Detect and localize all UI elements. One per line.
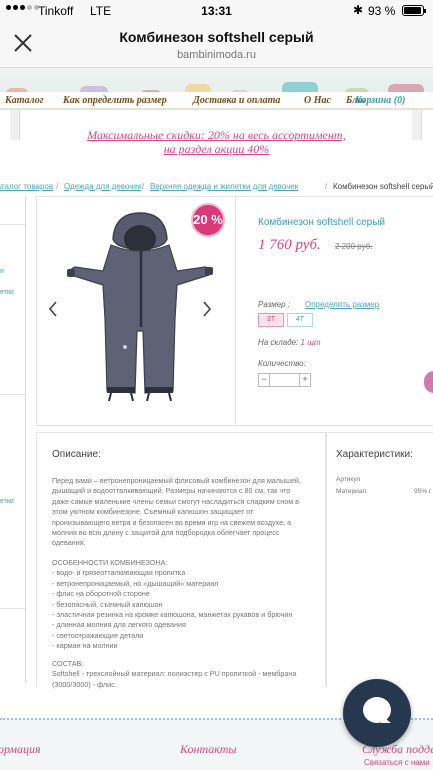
breadcrumb-separator: / — [142, 182, 145, 191]
breadcrumb-item[interactable]: Одежда для девочек — [64, 182, 141, 191]
sidebar-divider — [0, 394, 26, 395]
chat-bubble-tail — [381, 715, 391, 723]
promo-line[interactable]: на раздел акции 40% — [0, 142, 433, 156]
quantity-stepper: − + — [258, 373, 311, 387]
page-url[interactable]: bambinimoda.ru — [0, 49, 433, 61]
stock-info: На складе: 1 шт — [258, 338, 321, 347]
nav-item-catalog[interactable]: Каталог — [5, 95, 43, 106]
stock-label: На складе: — [258, 338, 299, 347]
stock-value: 1 шт — [300, 338, 321, 347]
battery-percent: 93 % — [368, 4, 396, 18]
breadcrumb-separator: / — [56, 182, 59, 191]
nav-item-about[interactable]: О Нас — [304, 95, 331, 106]
characteristic-key: Артикул — [336, 476, 361, 483]
breadcrumb-separator: / — [325, 182, 328, 191]
next-arrow-icon[interactable] — [201, 300, 213, 318]
status-bar: Tinkoff LTE 13:31 ✱ 93 % — [0, 0, 433, 22]
feature-item: - флис на оборотной стороне — [52, 589, 150, 599]
composition-line: Softshell - трехслойный материал: полиэс… — [52, 669, 297, 679]
product-info: Комбинезон softshell серый 1 760 руб. 2 … — [236, 196, 433, 426]
quantity-label: Количество: — [258, 359, 306, 368]
description-line: Перед вами – ветронепроницаемый флисовый… — [52, 476, 301, 485]
main-nav: Каталог Как определить размер Доставка и… — [0, 92, 433, 110]
feature-item: - водо- и грязеотталкивающая пропитка — [52, 568, 186, 578]
features-list: ОСОБЕННОСТИ КОМБИНЕЗОНА: - водо- и грязе… — [52, 558, 292, 652]
sidebar-divider — [0, 224, 26, 225]
battery-icon — [402, 5, 426, 16]
bluetooth-icon: ✱ — [353, 3, 364, 17]
composition-block: СОСТАВ: Softshell - трехслойный материал… — [52, 659, 296, 690]
features-title: ОСОБЕННОСТИ КОМБИНЕЗОНА: — [52, 558, 168, 567]
feature-item: - безопасный, съемный капюшон — [52, 599, 163, 609]
promo-banner[interactable]: Максимальные скидки: 20% на весь ассорти… — [0, 128, 433, 156]
discount-badge: 20 % — [191, 203, 225, 237]
characteristic-value: 95% г — [414, 488, 432, 495]
sidebar-item[interactable]: етки — [0, 498, 14, 505]
product-name: Комбинезон softshell серый — [258, 217, 386, 228]
nav-cart[interactable]: Корзина (0) — [355, 95, 405, 106]
description-line: даже самые маленькие члены семьи смогут … — [52, 496, 299, 506]
size-guide-link[interactable]: Определить размер — [305, 300, 379, 309]
description-line: молния во всю длину с защитой для подбор… — [52, 528, 280, 538]
feature-item: - длинная молния для легкого одевания — [52, 620, 186, 630]
feature-item: - светоотражающие детали — [52, 630, 144, 640]
footer-link-contacts[interactable]: Контакты — [180, 742, 237, 757]
feature-item: - ветронепроницаемый, но «дышащий» матер… — [52, 578, 219, 588]
composition-line: (3000/3000) - флис. — [52, 679, 117, 689]
size-option-4t[interactable]: 4T — [287, 313, 313, 327]
characteristic-key: Материал — [336, 488, 367, 495]
product-price: 1 760 руб. — [258, 237, 321, 253]
page-title: Комбинезон softshell серый — [119, 29, 314, 45]
nav-item-delivery[interactable]: Доставка и оплата — [193, 95, 280, 106]
sidebar-item[interactable]: етки — [0, 289, 14, 296]
promo-line[interactable]: Максимальные скидки: 20% на весь ассорти… — [0, 128, 433, 142]
prev-arrow-icon[interactable] — [47, 300, 59, 318]
footer-subtext[interactable]: Связаться с нами — [364, 758, 430, 767]
nav-item-size-guide[interactable]: Как определить размер — [63, 95, 167, 106]
product-image[interactable] — [65, 209, 215, 414]
footer-link-info[interactable]: ормация — [0, 742, 41, 757]
product-old-price: 2 200 руб. — [335, 242, 373, 251]
description-line: одевания. — [52, 538, 86, 548]
product-gallery: 20 % — [36, 196, 236, 426]
description-line: этом уютном комбинезоне. Съемный капюшон… — [52, 507, 254, 517]
characteristics-panel — [326, 432, 433, 687]
feature-item: - эластичная резинка на кромке капюшона,… — [52, 610, 293, 620]
breadcrumb-current: Комбинезон softshell серый — [333, 182, 433, 191]
feature-item: - карман на молнии — [52, 641, 118, 651]
sidebar-item[interactable]: и — [0, 268, 4, 275]
description-line: пронизывающего ветра и безопасен во врем… — [52, 517, 292, 527]
breadcrumb-item[interactable]: Верхняя одежда и жилетки для девочек — [150, 182, 298, 191]
quantity-decrease-button[interactable]: − — [259, 374, 270, 386]
description-line: дышащий и водоотталкивающий. Размеры нач… — [52, 486, 291, 496]
characteristics-heading: Характеристики: — [336, 449, 413, 460]
browser-header: Комбинезон softshell серый bambinimoda.r… — [0, 22, 433, 68]
quantity-input[interactable] — [271, 374, 299, 386]
quantity-increase-button[interactable]: + — [299, 374, 310, 386]
size-label: Размер : — [258, 300, 291, 309]
description-text: Перед вами – ветронепроницаемый флисовый… — [52, 476, 301, 549]
size-option-3t[interactable]: 3T — [258, 313, 284, 327]
chat-button[interactable] — [343, 679, 411, 747]
breadcrumb-item[interactable]: Каталог товаров — [0, 182, 53, 191]
composition-title: СОСТАВ: — [52, 659, 84, 668]
description-heading: Описание: — [52, 449, 101, 460]
sidebar-divider — [0, 608, 26, 609]
sidebar-partial: и етки етки — [0, 196, 26, 684]
